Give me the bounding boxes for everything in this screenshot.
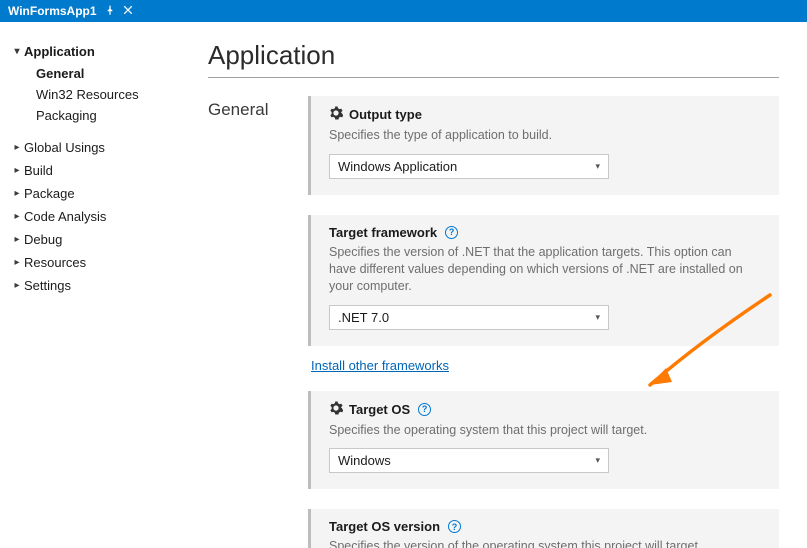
chevron-down-icon — [10, 46, 24, 57]
chevron-down-icon: ▾ — [595, 455, 600, 466]
select-value: Windows Application — [338, 159, 457, 174]
chevron-down-icon: ▾ — [595, 312, 600, 323]
target-os-select[interactable]: Windows ▾ — [329, 448, 609, 473]
sidebar-item-debug[interactable]: Debug — [8, 228, 182, 251]
main-panel: Application General Output type Specifie… — [190, 22, 807, 548]
sidebar-item-build[interactable]: Build — [8, 159, 182, 182]
sidebar-item-resources[interactable]: Resources — [8, 251, 182, 274]
info-icon[interactable]: ? — [448, 520, 461, 533]
chevron-right-icon — [10, 234, 24, 245]
card-description: Specifies the version of .NET that the a… — [329, 244, 761, 295]
chevron-right-icon — [10, 142, 24, 153]
card-target-framework: Target framework ? Specifies the version… — [308, 215, 779, 346]
card-title: Target OS — [349, 402, 410, 417]
info-icon[interactable]: ? — [418, 403, 431, 416]
sidebar-item-label: Code Analysis — [24, 209, 180, 224]
sidebar-item-label: Settings — [24, 278, 180, 293]
gear-icon — [329, 401, 343, 418]
card-description: Specifies the version of the operating s… — [329, 538, 761, 548]
card-description: Specifies the operating system that this… — [329, 422, 761, 439]
card-target-os-version: Target OS version ? Specifies the versio… — [308, 509, 779, 548]
sidebar-sub-win32[interactable]: Win32 Resources — [8, 84, 182, 105]
target-framework-select[interactable]: .NET 7.0 ▾ — [329, 305, 609, 330]
sidebar-item-label: Build — [24, 163, 180, 178]
tab-title[interactable]: WinFormsApp1 — [8, 4, 97, 18]
sidebar-item-application[interactable]: Application — [8, 40, 182, 63]
sidebar-item-label: Debug — [24, 232, 180, 247]
chevron-right-icon — [10, 257, 24, 268]
sidebar-item-label: Global Usings — [24, 140, 180, 155]
sidebar: Application General Win32 Resources Pack… — [0, 22, 190, 548]
select-value: .NET 7.0 — [338, 310, 389, 325]
divider — [208, 77, 779, 78]
card-title: Target framework — [329, 225, 437, 240]
sidebar-sub-general[interactable]: General — [8, 63, 182, 84]
sidebar-item-label: Resources — [24, 255, 180, 270]
titlebar: WinFormsApp1 — [0, 0, 807, 22]
card-description: Specifies the type of application to bui… — [329, 127, 761, 144]
card-title: Target OS version — [329, 519, 440, 534]
sidebar-item-global-usings[interactable]: Global Usings — [8, 136, 182, 159]
sidebar-item-label: Package — [24, 186, 180, 201]
section-heading: General — [208, 96, 308, 548]
pin-icon[interactable] — [105, 4, 115, 18]
output-type-select[interactable]: Windows Application ▾ — [329, 154, 609, 179]
sidebar-item-code-analysis[interactable]: Code Analysis — [8, 205, 182, 228]
chevron-right-icon — [10, 165, 24, 176]
card-target-os: Target OS ? Specifies the operating syst… — [308, 391, 779, 490]
card-output-type: Output type Specifies the type of applic… — [308, 96, 779, 195]
card-title: Output type — [349, 107, 422, 122]
chevron-right-icon — [10, 280, 24, 291]
sidebar-item-package[interactable]: Package — [8, 182, 182, 205]
close-icon[interactable] — [123, 4, 133, 18]
chevron-right-icon — [10, 188, 24, 199]
info-icon[interactable]: ? — [445, 226, 458, 239]
sidebar-sub-packaging[interactable]: Packaging — [8, 105, 182, 126]
install-frameworks-link[interactable]: Install other frameworks — [311, 358, 449, 373]
sidebar-item-label: Application — [24, 44, 180, 59]
sidebar-item-settings[interactable]: Settings — [8, 274, 182, 297]
gear-icon — [329, 106, 343, 123]
chevron-right-icon — [10, 211, 24, 222]
page-title: Application — [208, 40, 779, 71]
chevron-down-icon: ▾ — [595, 161, 600, 172]
select-value: Windows — [338, 453, 391, 468]
